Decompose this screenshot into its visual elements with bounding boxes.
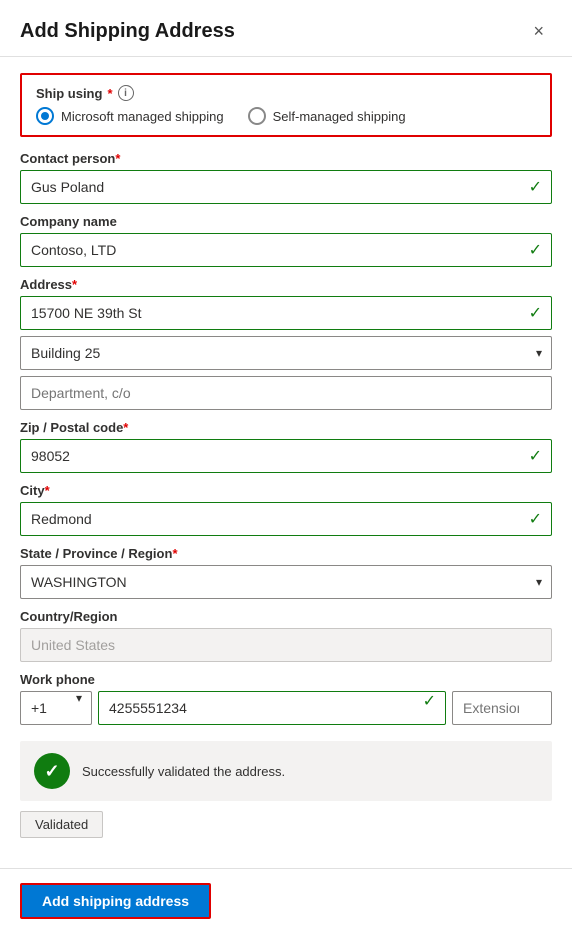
contact-person-label: Contact person*: [20, 151, 552, 166]
country-field: Country/Region: [20, 609, 552, 662]
phone-number-input[interactable]: [98, 691, 446, 725]
ship-using-section: Ship using * i Microsoft managed shippin…: [20, 73, 552, 137]
city-field: City* ✓: [20, 483, 552, 536]
ship-using-radio-group: Microsoft managed shipping Self-managed …: [36, 107, 536, 125]
radio-microsoft-label: Microsoft managed shipping: [61, 109, 224, 124]
modal-footer: Add shipping address: [0, 868, 572, 933]
company-name-wrapper: ✓: [20, 233, 552, 267]
modal-title: Add Shipping Address: [20, 20, 235, 43]
address-label: Address*: [20, 277, 552, 292]
phone-ext-wrapper: [452, 691, 552, 725]
state-field: State / Province / Region* WASHINGTON ▾: [20, 546, 552, 599]
country-label: Country/Region: [20, 609, 552, 624]
company-name-field: Company name ✓: [20, 214, 552, 267]
address-line3-input[interactable]: [20, 376, 552, 410]
phone-code-wrapper: ▾: [20, 691, 92, 725]
radio-microsoft-circle: [36, 107, 54, 125]
state-wrapper: WASHINGTON ▾: [20, 565, 552, 599]
address-line1-input[interactable]: [20, 296, 552, 330]
radio-microsoft[interactable]: Microsoft managed shipping: [36, 107, 224, 125]
phone-extension-input[interactable]: [452, 691, 552, 725]
modal-body: Ship using * i Microsoft managed shippin…: [0, 57, 572, 868]
contact-person-wrapper: ✓: [20, 170, 552, 204]
zip-input[interactable]: [20, 439, 552, 473]
contact-person-field: Contact person* ✓: [20, 151, 552, 204]
zip-label: Zip / Postal code*: [20, 420, 552, 435]
radio-self[interactable]: Self-managed shipping: [248, 107, 406, 125]
close-button[interactable]: ×: [525, 18, 552, 44]
phone-label: Work phone: [20, 672, 552, 687]
success-check-icon: ✓: [44, 761, 59, 782]
city-input[interactable]: [20, 502, 552, 536]
contact-person-input[interactable]: [20, 170, 552, 204]
city-wrapper: ✓: [20, 502, 552, 536]
address-line3-wrapper: [20, 376, 552, 410]
state-label: State / Province / Region*: [20, 546, 552, 561]
success-banner: ✓ Successfully validated the address.: [20, 741, 552, 801]
address-field: Address* ✓ ▾: [20, 277, 552, 410]
zip-wrapper: ✓: [20, 439, 552, 473]
radio-self-circle: [248, 107, 266, 125]
phone-code-input[interactable]: [20, 691, 92, 725]
ship-using-info-icon[interactable]: i: [118, 85, 134, 101]
add-shipping-address-modal: Add Shipping Address × Ship using * i Mi…: [0, 0, 572, 933]
modal-header: Add Shipping Address ×: [0, 0, 572, 57]
validated-button[interactable]: Validated: [20, 811, 103, 838]
phone-main-wrapper: ✓: [98, 691, 446, 725]
country-wrapper: [20, 628, 552, 662]
country-input: [20, 628, 552, 662]
address-line1-wrapper: ✓: [20, 296, 552, 330]
success-message: Successfully validated the address.: [82, 764, 285, 779]
success-circle: ✓: [34, 753, 70, 789]
phone-field: Work phone ▾ ✓: [20, 672, 552, 725]
address-line2-wrapper: ▾: [20, 336, 552, 370]
company-name-label: Company name: [20, 214, 552, 229]
ship-using-required: *: [107, 86, 112, 101]
phone-row: ▾ ✓: [20, 691, 552, 725]
city-label: City*: [20, 483, 552, 498]
ship-using-label: Ship using * i: [36, 85, 536, 101]
radio-self-label: Self-managed shipping: [273, 109, 406, 124]
address-line2-input[interactable]: [20, 336, 552, 370]
state-select[interactable]: WASHINGTON: [20, 565, 552, 599]
add-shipping-address-button[interactable]: Add shipping address: [20, 883, 211, 919]
company-name-input[interactable]: [20, 233, 552, 267]
zip-field: Zip / Postal code* ✓: [20, 420, 552, 473]
